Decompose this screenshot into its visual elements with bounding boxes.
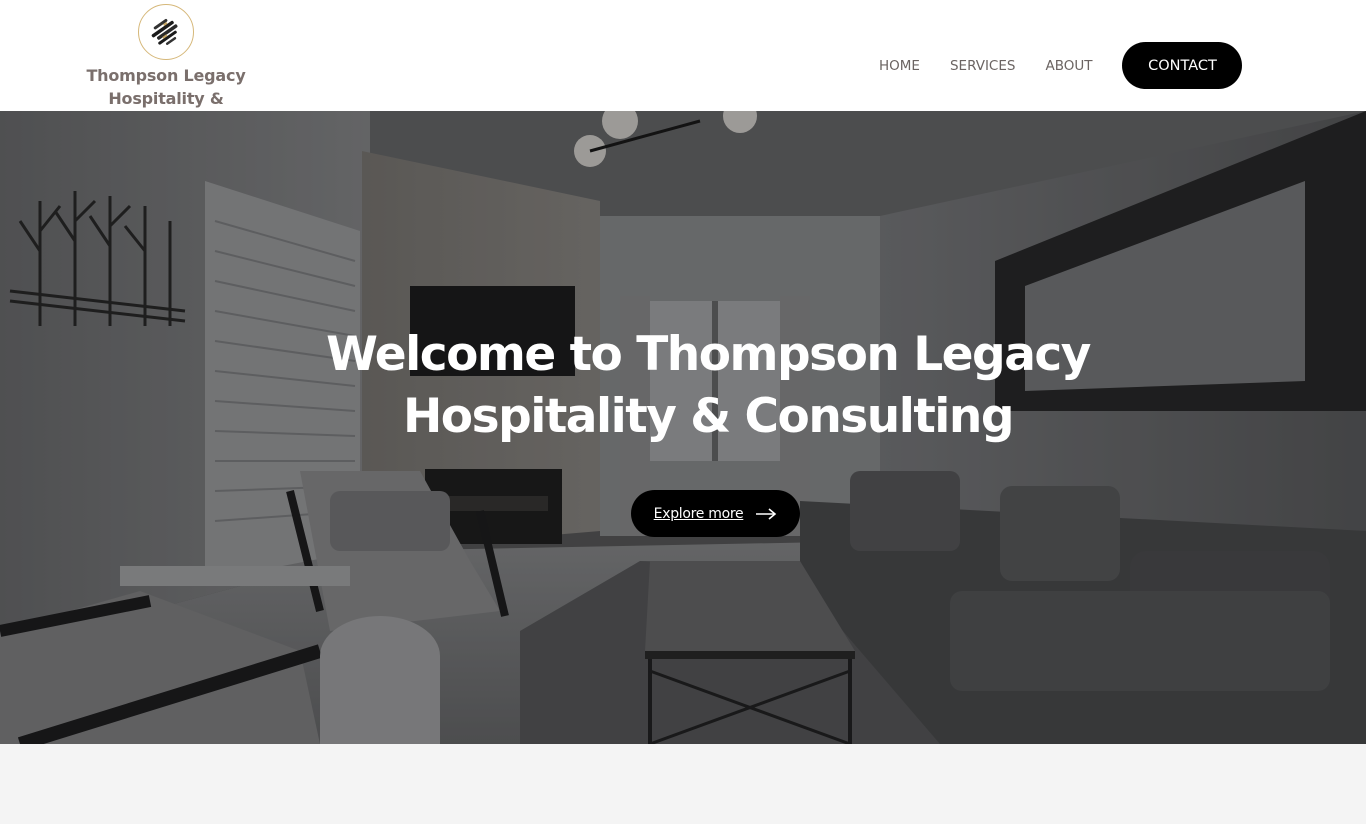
site-header: Thompson Legacy Hospitality & Consulting… [0, 0, 1366, 131]
brand-name-line1: Thompson Legacy [86, 66, 246, 85]
hero-title-line1: Welcome to Thompson Legacy [326, 327, 1091, 382]
arrow-right-icon [755, 507, 777, 520]
explore-more-button[interactable]: Explore more [631, 490, 800, 537]
brushstroke-emblem-icon [138, 4, 194, 60]
main-nav: HOME SERVICES ABOUT CONTACT [879, 42, 1243, 89]
contact-button[interactable]: CONTACT [1122, 42, 1243, 89]
hero-title: Welcome to Thompson Legacy Hospitality &… [0, 324, 1366, 448]
nav-about[interactable]: ABOUT [1045, 58, 1092, 74]
hero-title-line2: Hospitality & Consulting [402, 389, 1015, 444]
hero-section: Welcome to Thompson Legacy Hospitality &… [0, 111, 1366, 744]
explore-more-label: Explore more [653, 505, 744, 522]
content-section-start [0, 744, 1366, 824]
nav-home[interactable]: HOME [879, 58, 920, 74]
nav-services[interactable]: SERVICES [950, 58, 1015, 74]
